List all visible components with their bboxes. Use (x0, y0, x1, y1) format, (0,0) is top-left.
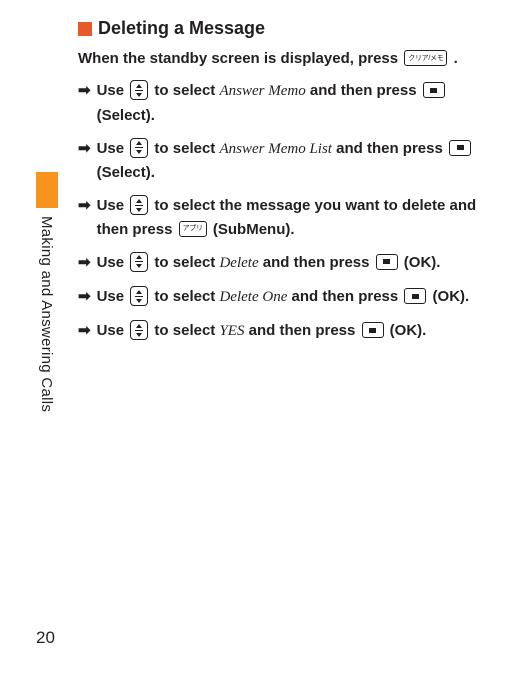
lead-suffix: . (454, 50, 458, 67)
step-text: Use to select YES and then press (OK). (97, 319, 493, 343)
heading-square-icon (78, 22, 92, 36)
step: ➡Use to select Delete One and then press… (78, 285, 493, 309)
heading-text: Deleting a Message (98, 18, 265, 39)
step-arrow-icon: ➡ (78, 137, 91, 185)
section-color-tab (36, 172, 58, 208)
menu-term: Answer Memo (219, 83, 305, 99)
step-text: Use to select the message you want to de… (97, 194, 493, 241)
lead-prefix: When the standby screen is displayed, pr… (78, 50, 402, 67)
soft-key-label: アプリ (183, 225, 203, 232)
step-list: ➡Use to select Answer Memo and then pres… (78, 79, 493, 343)
page-number: 20 (36, 628, 55, 648)
center-key-icon (376, 254, 398, 270)
content-area: Deleting a Message When the standby scre… (0, 0, 521, 344)
step-text: Use to select Delete and then press (OK)… (97, 251, 493, 275)
center-key-icon (423, 82, 445, 98)
step-text: Use to select Delete One and then press … (97, 285, 493, 309)
nav-updown-key-icon (130, 286, 148, 306)
step: ➡Use to select the message you want to d… (78, 194, 493, 241)
center-key-icon (362, 322, 384, 338)
menu-term: Delete (219, 255, 258, 271)
step-arrow-icon: ➡ (78, 194, 91, 241)
step: ➡Use to select Delete and then press (OK… (78, 251, 493, 275)
lead-line: When the standby screen is displayed, pr… (78, 49, 493, 69)
side-section-label: Making and Answering Calls (38, 216, 55, 412)
nav-updown-key-icon (130, 195, 148, 215)
step-arrow-icon: ➡ (78, 285, 91, 309)
step: ➡Use to select Answer Memo and then pres… (78, 79, 493, 127)
step-arrow-icon: ➡ (78, 319, 91, 343)
clear-memo-key-label: クリア/メモ (408, 55, 443, 62)
clear-memo-key-icon: クリア/メモ (404, 50, 447, 66)
step-text: Use to select Answer Memo and then press… (97, 79, 493, 127)
step-text: Use to select Answer Memo List and then … (97, 137, 493, 185)
step: ➡Use to select Answer Memo List and then… (78, 137, 493, 185)
section-heading: Deleting a Message (78, 18, 493, 39)
page: Making and Answering Calls 20 Deleting a… (0, 0, 521, 674)
menu-term: Answer Memo List (219, 141, 332, 157)
step-arrow-icon: ➡ (78, 251, 91, 275)
nav-updown-key-icon (130, 252, 148, 272)
step-arrow-icon: ➡ (78, 79, 91, 127)
nav-updown-key-icon (130, 80, 148, 100)
step: ➡Use to select YES and then press (OK). (78, 319, 493, 343)
center-key-icon (449, 140, 471, 156)
nav-updown-key-icon (130, 138, 148, 158)
center-key-icon (404, 288, 426, 304)
menu-term: Delete One (219, 289, 287, 305)
nav-updown-key-icon (130, 320, 148, 340)
menu-term: YES (219, 323, 244, 339)
soft-key-icon: アプリ (179, 221, 207, 237)
